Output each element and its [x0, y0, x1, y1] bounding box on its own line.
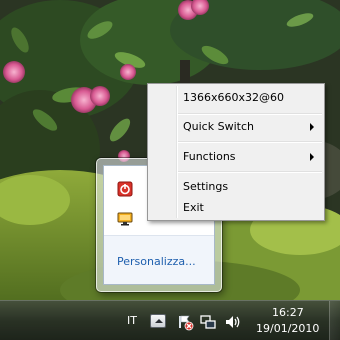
desktop: Personalizza... 1366x660x32@60 Quick Swi… — [0, 0, 340, 340]
taskbar: IT 16:27 19/01/2010 — [0, 300, 340, 340]
menu-item-resolution-label: 1366x660x32@60 — [183, 91, 285, 104]
clock-date[interactable]: 19/01/2010 — [256, 322, 319, 335]
menu-item-quick-switch-label: Quick Switch — [183, 120, 254, 133]
chevron-up-icon — [155, 319, 163, 323]
language-indicator[interactable]: IT — [127, 314, 137, 327]
action-center-icon[interactable] — [199, 313, 217, 331]
menu-separator — [178, 141, 322, 143]
menu-item-exit[interactable]: Exit — [150, 197, 322, 219]
volume-icon[interactable] — [224, 313, 242, 331]
menu-item-settings-label: Settings — [183, 180, 229, 193]
customize-link[interactable]: Personalizza... — [117, 255, 196, 268]
menu-separator — [178, 113, 322, 115]
submenu-arrow-icon — [310, 153, 314, 161]
menu-item-resolution[interactable]: 1366x660x32@60 — [150, 87, 322, 109]
menu-item-settings[interactable]: Settings — [150, 176, 322, 198]
submenu-arrow-icon — [310, 123, 314, 131]
power-app-icon[interactable] — [117, 181, 133, 197]
clock-time[interactable]: 16:27 — [272, 306, 304, 319]
menu-item-functions-label: Functions — [183, 150, 236, 163]
menu-item-quick-switch[interactable]: Quick Switch — [150, 116, 322, 138]
show-desktop-button[interactable] — [329, 301, 340, 340]
network-error-icon[interactable] — [176, 313, 194, 331]
context-menu: 1366x660x32@60 Quick Switch Functions Se… — [147, 83, 325, 221]
menu-separator — [178, 171, 322, 173]
show-hidden-icons-button[interactable] — [150, 314, 166, 328]
menu-item-functions[interactable]: Functions — [150, 146, 322, 168]
menu-item-exit-label: Exit — [183, 201, 204, 214]
monitor-app-icon[interactable] — [117, 211, 133, 227]
